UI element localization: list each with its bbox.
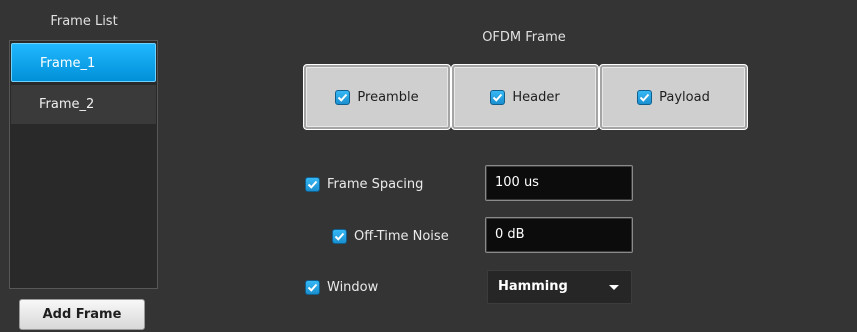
payload-toggle-button[interactable]: Payload (599, 64, 748, 130)
frame-list-item-frame-2[interactable]: Frame_2 (11, 85, 156, 124)
frame-list-title: Frame List (50, 14, 118, 29)
add-frame-button[interactable]: Add Frame (19, 299, 145, 330)
header-label: Header (512, 89, 560, 105)
window-select-value: Hamming (498, 279, 568, 294)
checkbox-checked-icon[interactable] (332, 228, 347, 244)
off-time-noise-input[interactable]: 0 dB (485, 217, 633, 253)
frame-list[interactable]: Frame_1 Frame_2 (9, 40, 158, 289)
frame-spacing-option[interactable]: Frame Spacing (305, 174, 423, 194)
checkbox-checked-icon[interactable] (305, 176, 320, 192)
ofdm-frame-title: OFDM Frame (482, 30, 566, 45)
payload-label: Payload (659, 89, 710, 105)
chevron-down-icon[interactable] (609, 285, 619, 290)
preamble-label: Preamble (357, 89, 419, 105)
checkbox-checked-icon[interactable] (490, 89, 506, 105)
preamble-toggle-button[interactable]: Preamble (303, 64, 451, 130)
window-option[interactable]: Window (305, 277, 378, 297)
window-select[interactable]: Hamming (487, 270, 632, 304)
frame-spacing-label: Frame Spacing (327, 176, 424, 192)
frame-list-item-frame-1[interactable]: Frame_1 (11, 43, 156, 82)
frame-spacing-input[interactable]: 100 us (485, 165, 633, 201)
header-toggle-button[interactable]: Header (451, 64, 599, 130)
window-label: Window (327, 279, 379, 295)
off-time-noise-option[interactable]: Off-Time Noise (332, 226, 449, 246)
checkbox-checked-icon[interactable] (335, 89, 351, 105)
off-time-noise-label: Off-Time Noise (354, 228, 449, 244)
checkbox-checked-icon[interactable] (637, 89, 653, 105)
checkbox-checked-icon[interactable] (305, 279, 320, 295)
